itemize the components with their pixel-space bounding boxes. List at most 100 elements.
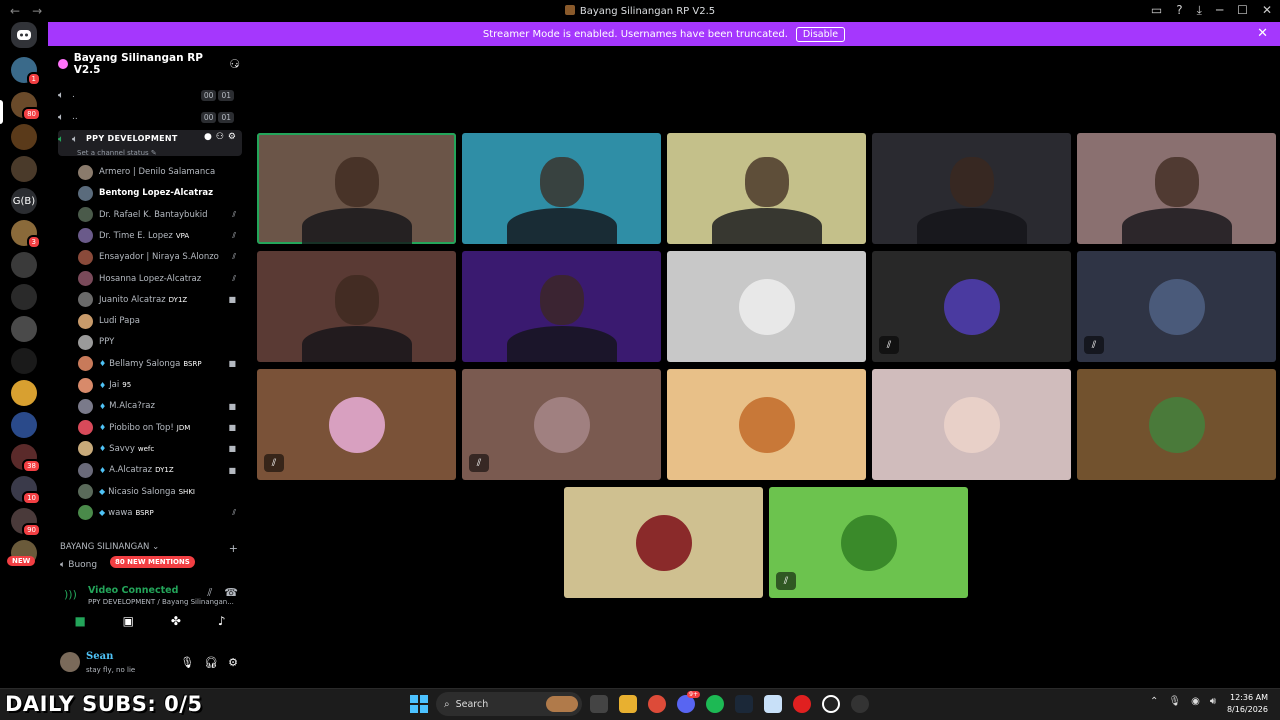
server-icon[interactable] [11,156,37,182]
username[interactable]: Sean [86,651,113,662]
task-view-icon[interactable] [590,695,608,713]
server-icon[interactable] [11,412,37,438]
gear-icon[interactable]: ⚙ [228,656,238,669]
voice-member[interactable]: PPY [78,332,240,352]
voice-member[interactable]: ♦ Bellamy Salonga BSRP ■ [78,354,240,374]
screen-share-icon[interactable]: ▣ [123,614,134,628]
participant-video-tile[interactable] [257,133,456,244]
new-mentions-badge[interactable]: 80 NEW MENTIONS [110,556,195,568]
participant-video-tile[interactable] [872,133,1071,244]
voice-channel-dot[interactable]: 🔈︎ . 00 01 [58,86,242,104]
server-header[interactable]: Bayang Silinangan RP V2.5 ⌄ ⚇ [58,52,240,76]
voice-member[interactable]: Juanito Alcatraz DY1Z ■ [78,290,240,310]
server-icon[interactable]: 90 [11,508,41,537]
participant-video-tile[interactable] [462,133,661,244]
voice-member[interactable]: ♦ Piobibo on Top! JDM ■ [78,418,240,438]
chrome-icon[interactable] [648,695,666,713]
chevron-up-icon[interactable]: ⌃ [1150,696,1158,707]
participant-avatar-tile[interactable]: ⫽ [1077,251,1276,362]
participant-avatar-tile[interactable] [872,369,1071,480]
voice-member[interactable]: ◆ wawa BSRP ⫽ [78,503,240,523]
server-icon[interactable] [11,124,37,150]
server-icon[interactable] [11,252,37,278]
invite-people-icon[interactable]: ⚇ [229,57,240,71]
download-icon[interactable]: ⤓ [1197,3,1202,18]
server-icon[interactable]: 10 [11,476,41,505]
microphone-icon[interactable]: 🎙︎ [180,656,194,669]
server-icon[interactable] [11,316,37,342]
gear-icon[interactable]: ⚙ [228,132,236,142]
taskbar-clock[interactable]: 12:36 AM 8/16/2026 [1227,692,1268,716]
obs-icon[interactable] [822,695,840,713]
voice-member[interactable]: Ludi Papa [78,311,240,331]
discord-home-button[interactable] [11,22,37,48]
close-window-button[interactable]: ✕ [1262,3,1272,18]
new-badge[interactable]: NEW [7,556,36,566]
microphone-tray-icon[interactable]: 🎙︎ [1168,696,1181,707]
help-icon[interactable]: ? [1176,3,1182,18]
signal-icon[interactable]: ))) [64,588,77,601]
steam-icon[interactable] [735,695,753,713]
voice-member[interactable]: Dr. Rafael K. Bantaybukid ⫽ [78,205,240,225]
disable-button[interactable]: Disable [795,26,846,42]
headphones-icon[interactable]: 🎧︎ [204,656,218,669]
voice-channel-buong[interactable]: 🔈︎ Buong [60,560,97,570]
participant-avatar-tile[interactable]: ⫽ [769,487,968,598]
voice-member[interactable]: ♦ Jai 95 [78,375,240,395]
server-icon[interactable]: 1 [11,57,41,86]
participant-video-tile[interactable] [462,251,661,362]
inbox-icon[interactable]: ▭ [1151,3,1162,18]
server-icon[interactable] [11,348,37,374]
participant-avatar-tile[interactable]: ⫽ [257,369,456,480]
maximize-button[interactable]: ☐ [1237,3,1248,18]
app-icon[interactable] [851,695,869,713]
participant-avatar-tile[interactable] [1077,369,1276,480]
invite-icon[interactable]: ⚇ [216,132,224,142]
minimize-button[interactable]: ─ [1216,3,1223,18]
search-input[interactable]: ⌕ Search [436,692,582,716]
avatar[interactable] [60,652,80,672]
participant-avatar-tile[interactable] [564,487,763,598]
spotify-icon[interactable] [706,695,724,713]
voice-member[interactable]: Armero | Denilo Salamanca [78,162,240,182]
voice-member[interactable]: Dr. Time E. Lopez VPA ⫽ [78,226,240,246]
location-icon[interactable]: ◉ [1191,696,1200,707]
camera-icon[interactable]: ■ [74,614,85,628]
participant-video-tile[interactable] [257,251,456,362]
participant-avatar-tile[interactable]: ⫽ [462,369,661,480]
opera-icon[interactable] [793,695,811,713]
voice-member[interactable]: Bentong Lopez-Alcatraz [78,183,240,203]
voice-member[interactable]: ♦ M.Alca?raz ■ [78,396,240,416]
voice-member[interactable]: Hosanna Lopez-Alcatraz ⫽ [78,269,240,289]
voice-member[interactable]: ♦ Savvy wefc ■ [78,439,240,459]
voice-member[interactable]: ◆ Nicasio Salonga SHKI [78,482,240,502]
volume-icon[interactable]: 🔊︎ [1210,696,1216,707]
server-icon[interactable]: 80 [11,92,41,121]
server-icon[interactable]: 38 [11,444,41,473]
channel-status[interactable]: Set a channel status ✎ [77,149,157,157]
server-icon[interactable]: 3 [11,220,41,249]
voice-member[interactable]: Ensayador | Niraya S.Alonzo ⫽ [78,247,240,267]
disconnect-icon[interactable]: ☎ [224,586,238,600]
participant-avatar-tile[interactable] [667,369,866,480]
participant-video-tile[interactable] [667,133,866,244]
voice-member[interactable]: ♦ A.Alcatraz DY1Z ■ [78,460,240,480]
participant-avatar-tile[interactable]: ⫽ [872,251,1071,362]
add-channel-icon[interactable]: + [229,542,238,555]
activities-icon[interactable]: ✤ [171,614,181,628]
noise-suppression-icon[interactable]: ⫽ [207,586,212,600]
discord-taskbar-icon[interactable]: 9+ [677,691,700,713]
participant-video-tile[interactable] [1077,133,1276,244]
notepad-icon[interactable] [764,695,782,713]
participant-avatar-tile[interactable] [667,251,866,362]
server-icon[interactable] [11,284,37,310]
file-explorer-icon[interactable] [619,695,637,713]
close-icon[interactable]: ✕ [1257,26,1268,41]
server-icon[interactable] [11,380,37,406]
server-icon[interactable]: G(B) [11,188,37,214]
category-bayang-silinangan[interactable]: BAYANG SILINANGAN ⌄ + [60,542,238,555]
voice-channel-dotdot[interactable]: 🔈︎ .. 00 01 [58,108,242,126]
start-button[interactable] [410,695,428,713]
soundboard-icon[interactable]: ♪ [218,614,226,628]
chat-icon[interactable]: ● [204,132,212,142]
